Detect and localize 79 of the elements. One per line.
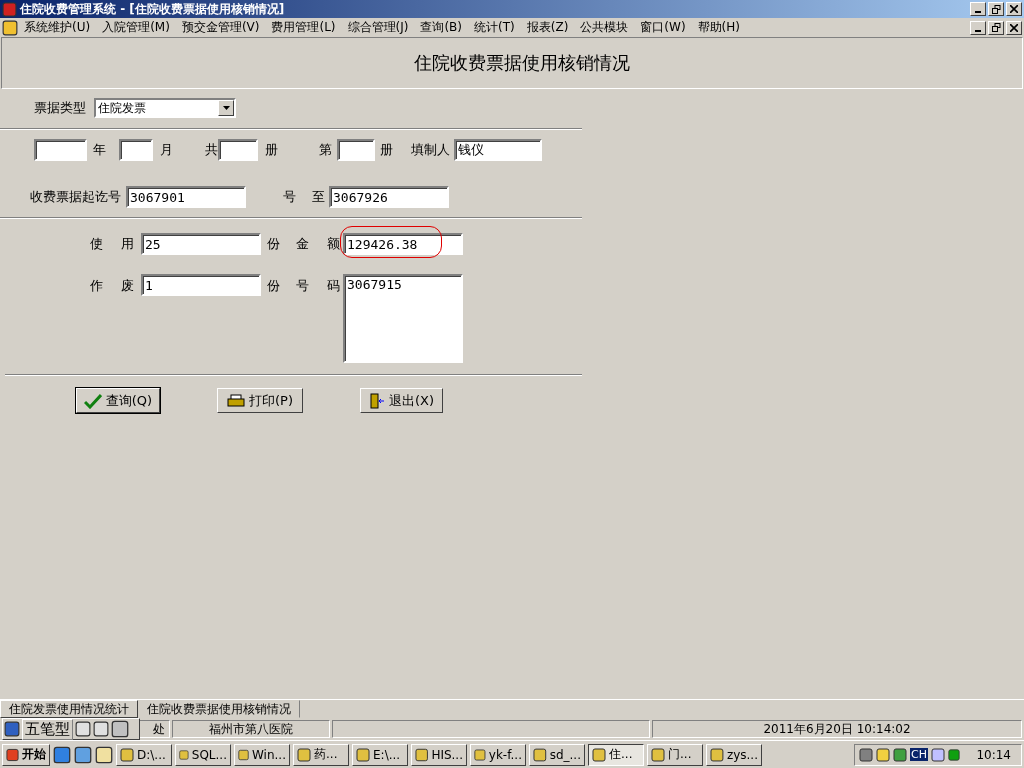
menu-item[interactable]: 查询(B) — [414, 19, 469, 36]
field-label: 号 码 — [296, 277, 342, 295]
field-label: 票据类型 — [34, 99, 86, 117]
field-label: 至 — [312, 188, 325, 206]
menu-item[interactable]: 报表(Z) — [520, 19, 575, 36]
end-number-field[interactable]: 3067926 — [329, 186, 449, 208]
preparer-field[interactable]: 钱仪 — [454, 139, 542, 161]
minimize-icon — [975, 11, 981, 13]
query-button[interactable]: 查询(Q) — [76, 388, 160, 413]
checkmark-icon — [83, 392, 102, 409]
menu-item[interactable]: 系统维护(U) — [18, 19, 97, 36]
status-cell: 福州市第八医院 — [172, 720, 330, 738]
field-label: 册 — [265, 141, 278, 159]
volume-field[interactable] — [337, 139, 375, 161]
field-label: 使 用 — [90, 235, 136, 253]
taskbar-button[interactable]: sd_... — [529, 743, 585, 766]
field-label: 第 — [319, 141, 332, 159]
field-label: 作 废 — [90, 277, 136, 295]
field-label: 份 — [267, 235, 280, 253]
taskbar-button[interactable]: yk-f... — [470, 743, 526, 766]
menu-item[interactable]: 窗口(W) — [634, 19, 692, 36]
field-label: 金 额 — [296, 235, 342, 253]
taskbar-button[interactable]: D:\... — [116, 743, 172, 766]
amount-field[interactable]: 129426.38 — [343, 233, 463, 255]
minimize-button[interactable] — [970, 2, 986, 16]
year-field[interactable] — [34, 139, 87, 161]
form-title: 住院收费票据使用核销情况 — [414, 51, 630, 75]
clock: 10:14 — [976, 747, 1012, 762]
minimize-button[interactable] — [970, 20, 986, 35]
menu-item[interactable]: 综合管理(J) — [341, 19, 415, 36]
restore-icon — [991, 23, 1001, 32]
window-title: 住院收费管理系统 - [住院收费票据使用核销情况] — [20, 0, 286, 18]
status-cell: 2011年6月20日 10:14:02 — [652, 720, 1022, 738]
language-indicator[interactable]: CH — [910, 748, 928, 761]
restore-button[interactable] — [988, 2, 1004, 16]
close-icon — [1010, 5, 1018, 13]
field-label: 册 — [380, 141, 393, 159]
taskbar-button[interactable]: HIS... — [411, 743, 467, 766]
field-label: 份 — [267, 277, 280, 295]
taskbar-button[interactable]: zys... — [706, 743, 762, 766]
menu-item[interactable]: 入院管理(M) — [96, 19, 176, 36]
month-field[interactable] — [119, 139, 153, 161]
total-volumes-field[interactable] — [218, 139, 258, 161]
taskbar-button[interactable]: Win... — [234, 743, 290, 766]
window-tab[interactable]: 住院发票使用情况统计 — [0, 700, 138, 718]
close-button[interactable] — [1006, 20, 1022, 35]
minimize-icon — [975, 29, 981, 32]
menu-item[interactable]: 预交金管理(V) — [175, 19, 266, 36]
start-number-field[interactable]: 3067901 — [126, 186, 246, 208]
field-label: 月 — [160, 141, 173, 159]
print-button[interactable]: 打印(P) — [217, 388, 303, 413]
start-button[interactable]: 开始 — [2, 743, 50, 766]
printer-icon — [227, 393, 245, 408]
close-button[interactable] — [1006, 2, 1022, 16]
menu-item[interactable]: 公共模块 — [574, 19, 635, 36]
taskbar-button[interactable]: 药... — [293, 743, 349, 766]
ticket-type-dropdown[interactable]: 住院发票 — [94, 98, 236, 118]
field-label: 填制人 — [411, 141, 450, 159]
menu-item[interactable]: 费用管理(L) — [265, 19, 342, 36]
restore-icon — [991, 4, 1001, 14]
field-label: 收费票据起讫号 — [30, 188, 121, 206]
ime-mode-label[interactable]: 五笔型 — [22, 718, 73, 740]
void-numbers-field[interactable]: 3067915 — [343, 274, 463, 363]
restore-button[interactable] — [988, 20, 1004, 35]
menu-item[interactable]: 统计(T) — [468, 19, 521, 36]
field-label: 共 — [205, 141, 218, 159]
status-text: 处 — [153, 720, 165, 738]
voided-count-field[interactable]: 1 — [141, 274, 261, 296]
taskbar-button[interactable]: E:\... — [352, 743, 408, 766]
used-count-field[interactable]: 25 — [141, 233, 261, 255]
menu-item[interactable]: 帮助(H) — [691, 19, 746, 36]
taskbar-button[interactable]: 住... — [588, 743, 644, 766]
field-label: 年 — [93, 141, 106, 159]
taskbar-button[interactable]: SQL... — [175, 743, 231, 766]
door-icon — [368, 392, 385, 409]
close-icon — [1010, 23, 1018, 32]
field-label: 号 — [283, 188, 296, 206]
taskbar-button[interactable]: 门... — [647, 743, 703, 766]
exit-button[interactable]: 退出(X) — [360, 388, 443, 413]
